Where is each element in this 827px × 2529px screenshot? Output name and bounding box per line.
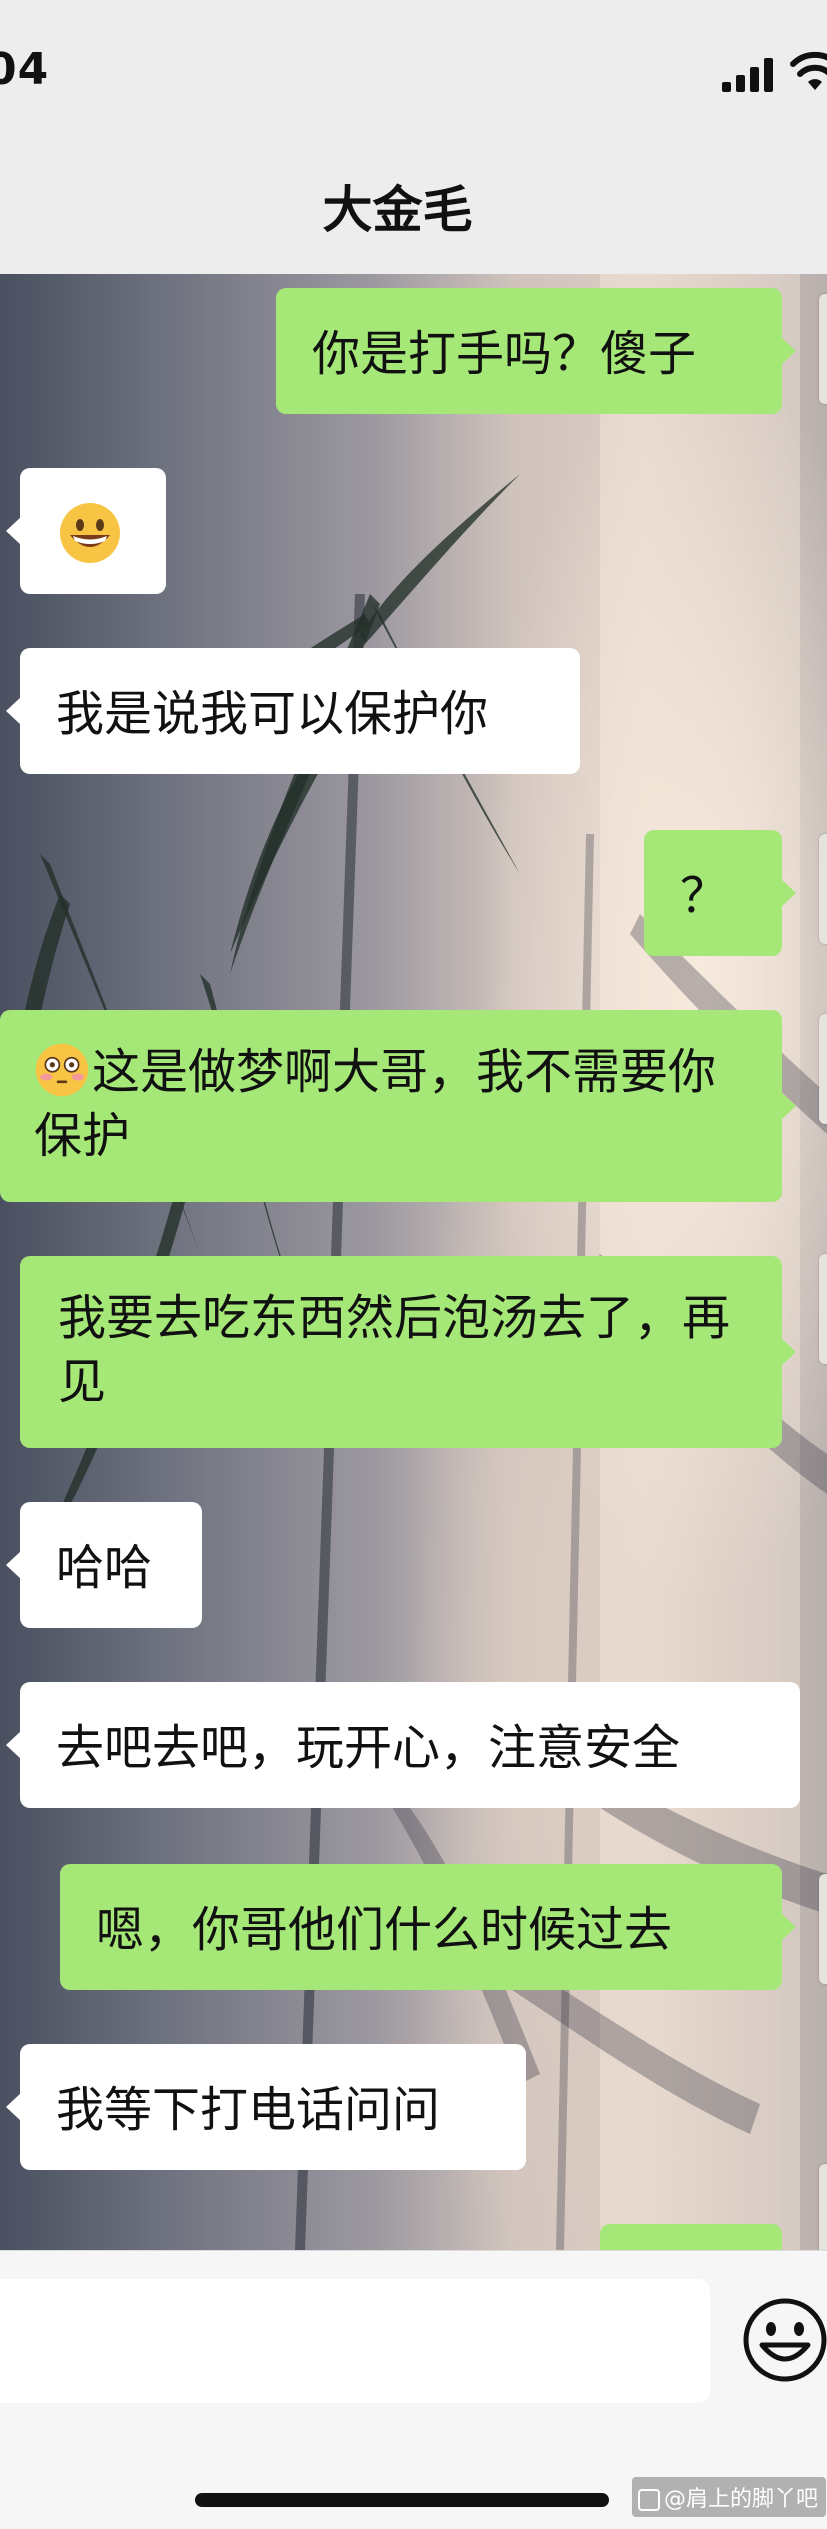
message-bubble-received[interactable]: 我等下打电话问问 xyxy=(6,2044,526,2170)
my-avatar[interactable] xyxy=(819,1254,827,1364)
message-bubble-sent[interactable]: 你是打手吗？傻子 xyxy=(276,288,796,414)
smiley-icon[interactable] xyxy=(740,2295,827,2385)
nav-bar: 大金毛 xyxy=(0,140,827,274)
flushed-face-icon xyxy=(35,1043,89,1097)
message-text: 我要去吃东西然后泡汤去了，再见 xyxy=(58,1290,731,1410)
message-text: 这是做梦啊大哥，我不需要你保护 xyxy=(34,1044,717,1164)
message-bubble-sent[interactable]: 嗯，你哥他们什么时候过去 xyxy=(60,1864,796,1990)
watermark-text: @肩上的脚丫吧 xyxy=(664,2487,819,2512)
message-input[interactable] xyxy=(0,2279,710,2403)
message-bubble-received[interactable]: 我是说我可以保护你 xyxy=(6,648,580,774)
grinning-face-icon xyxy=(60,503,120,563)
message-text: 我等下打电话问问 xyxy=(56,2082,441,2138)
watermark-logo-icon xyxy=(638,2489,660,2511)
message-bubble-received[interactable] xyxy=(6,468,166,594)
message-text: 哈哈 xyxy=(56,1540,153,1596)
my-avatar[interactable] xyxy=(819,2164,827,2250)
input-bar: @肩上的脚丫吧 xyxy=(0,2250,827,2529)
my-avatar[interactable] xyxy=(819,1014,827,1124)
message-text: 我是说我可以保护你 xyxy=(56,686,489,742)
message-bubble-sent[interactable]: 这是做梦啊大哥，我不需要你保护 xyxy=(0,1010,796,1202)
chat-title[interactable]: 大金毛 xyxy=(0,170,795,242)
message-bubble-sent[interactable] xyxy=(600,2224,782,2250)
my-avatar[interactable] xyxy=(819,1874,827,1984)
message-text: 去吧去吧，玩开心，注意安全 xyxy=(56,1720,681,1776)
message-bubble-sent[interactable]: 我要去吃东西然后泡汤去了，再见 xyxy=(20,1256,796,1448)
message-bubble-received[interactable]: 去吧去吧，玩开心，注意安全 xyxy=(6,1682,800,1808)
message-bubble-received[interactable]: 哈哈 xyxy=(6,1502,202,1628)
status-time: 04 xyxy=(0,44,50,95)
chat-screen: 04 大金毛 你是打手吗？傻子 我是说我可以保护你 ？ 这是做梦啊大哥，我不需要… xyxy=(0,0,827,2529)
message-text: ？ xyxy=(680,868,729,924)
home-indicator[interactable] xyxy=(195,2493,609,2507)
message-text: 嗯，你哥他们什么时候过去 xyxy=(96,1902,673,1958)
my-avatar[interactable] xyxy=(819,294,827,404)
my-avatar[interactable] xyxy=(819,834,827,944)
message-bubble-sent[interactable]: ？ xyxy=(644,830,796,956)
message-list[interactable]: 你是打手吗？傻子 我是说我可以保护你 ？ 这是做梦啊大哥，我不需要你保护 我要去… xyxy=(0,274,827,2250)
watermark: @肩上的脚丫吧 xyxy=(632,2477,827,2517)
message-text: 你是打手吗？傻子 xyxy=(312,326,697,382)
wifi-icon xyxy=(790,51,827,90)
cellular-signal-icon xyxy=(722,58,773,92)
status-bar: 04 xyxy=(0,0,827,140)
